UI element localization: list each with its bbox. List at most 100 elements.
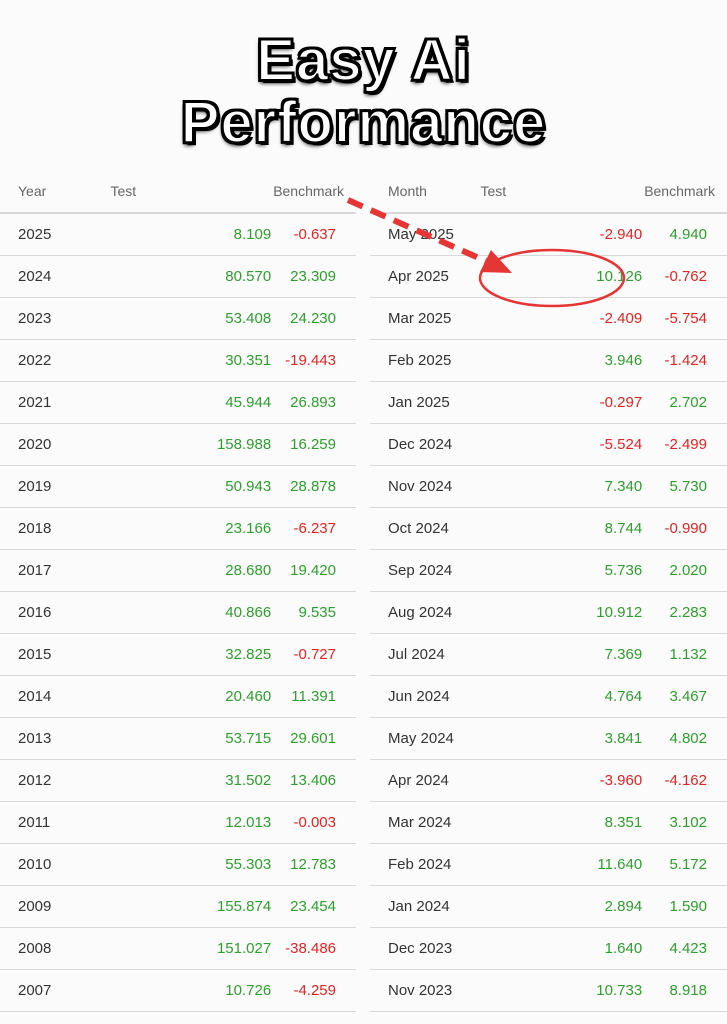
benchmark-value-cell: 1.590 <box>644 885 727 928</box>
benchmark-value-cell: -0.727 <box>273 633 356 676</box>
column-header-month[interactable]: Month <box>370 170 481 214</box>
column-header-test[interactable]: Test <box>74 170 274 214</box>
period-cell: 2020 <box>0 423 75 466</box>
test-value-cell: -3.960 <box>480 759 645 802</box>
benchmark-value-cell: 3.467 <box>644 675 727 718</box>
column-header-benchmark[interactable]: Benchmark <box>644 170 727 214</box>
period-cell: 2025 <box>0 213 75 256</box>
benchmark-value-cell: 5.172 <box>644 843 727 886</box>
period-cell: Jan 2025 <box>370 381 481 424</box>
benchmark-value-cell: 29.601 <box>273 717 356 760</box>
benchmark-value-cell: 2.702 <box>644 381 727 424</box>
monthly-row: Mar 2025 -2.409 -5.754 <box>370 297 727 340</box>
monthly-row: Feb 2024 11.640 5.172 <box>370 843 727 886</box>
yearly-row: 2016 40.866 9.535 <box>0 591 356 634</box>
benchmark-value-cell: -6.237 <box>273 507 356 550</box>
benchmark-value-cell: -19.443 <box>273 339 356 382</box>
monthly-row: Nov 2023 10.733 8.918 <box>370 969 727 1012</box>
period-cell: Dec 2024 <box>370 423 481 466</box>
test-value-cell: 8.109 <box>74 213 274 256</box>
yearly-row: 2022 30.351 -19.443 <box>0 339 356 382</box>
benchmark-value-cell: 2.020 <box>644 549 727 592</box>
yearly-row: 2011 12.013 -0.003 <box>0 801 356 844</box>
benchmark-value-cell: -5.754 <box>644 297 727 340</box>
monthly-row: Apr 2024 -3.960 -4.162 <box>370 759 727 802</box>
monthly-row: Dec 2023 1.640 4.423 <box>370 927 727 970</box>
period-cell: Oct 2024 <box>370 507 481 550</box>
period-cell: Apr 2025 <box>370 255 481 298</box>
yearly-row: 2012 31.502 13.406 <box>0 759 356 802</box>
test-value-cell: 2.894 <box>480 885 645 928</box>
period-cell: May 2025 <box>370 213 481 256</box>
benchmark-value-cell: -4.162 <box>644 759 727 802</box>
column-header-test[interactable]: Test <box>480 170 645 214</box>
benchmark-value-cell: 23.309 <box>273 255 356 298</box>
benchmark-value-cell: 1.132 <box>644 633 727 676</box>
benchmark-value-cell: 16.259 <box>273 423 356 466</box>
period-cell: Sep 2024 <box>370 549 481 592</box>
title-line-2: Performance <box>180 90 547 155</box>
monthly-row: Dec 2024 -5.524 -2.499 <box>370 423 727 466</box>
period-cell: Mar 2025 <box>370 297 481 340</box>
column-header-benchmark[interactable]: Benchmark <box>273 170 356 214</box>
benchmark-value-cell: -4.259 <box>273 969 356 1012</box>
period-cell: Jan 2024 <box>370 885 481 928</box>
period-cell: Mar 2024 <box>370 801 481 844</box>
monthly-row: Sep 2024 5.736 2.020 <box>370 549 727 592</box>
benchmark-value-cell: -38.486 <box>273 927 356 970</box>
test-value-cell: 155.874 <box>74 885 274 928</box>
period-cell: 2023 <box>0 297 75 340</box>
test-value-cell: 4.764 <box>480 675 645 718</box>
test-value-cell: -2.409 <box>480 297 645 340</box>
test-value-cell: 20.460 <box>74 675 274 718</box>
test-value-cell: 32.825 <box>74 633 274 676</box>
test-value-cell: 40.866 <box>74 591 274 634</box>
column-header-year[interactable]: Year <box>0 170 75 214</box>
yearly-row: 2018 23.166 -6.237 <box>0 507 356 550</box>
period-cell: 2019 <box>0 465 75 508</box>
period-cell: 2008 <box>0 927 75 970</box>
yearly-row: 2009 155.874 23.454 <box>0 885 356 928</box>
test-value-cell: 50.943 <box>74 465 274 508</box>
test-value-cell: -5.524 <box>480 423 645 466</box>
monthly-row: Mar 2024 8.351 3.102 <box>370 801 727 844</box>
yearly-row: 2008 151.027 -38.486 <box>0 927 356 970</box>
monthly-header-row: Month Test Benchmark <box>370 170 727 214</box>
test-value-cell: 10.126 <box>480 255 645 298</box>
yearly-row: 2010 55.303 12.783 <box>0 843 356 886</box>
period-cell: 2024 <box>0 255 75 298</box>
test-value-cell: 12.013 <box>74 801 274 844</box>
benchmark-value-cell: -0.637 <box>273 213 356 256</box>
test-value-cell: -2.940 <box>480 213 645 256</box>
benchmark-value-cell: 28.878 <box>273 465 356 508</box>
yearly-row: 2019 50.943 28.878 <box>0 465 356 508</box>
test-value-cell: 10.912 <box>480 591 645 634</box>
period-cell: Apr 2024 <box>370 759 481 802</box>
benchmark-value-cell: 13.406 <box>273 759 356 802</box>
period-cell: 2009 <box>0 885 75 928</box>
yearly-row: 2014 20.460 11.391 <box>0 675 356 718</box>
yearly-row: 2013 53.715 29.601 <box>0 717 356 760</box>
benchmark-value-cell: 4.940 <box>644 213 727 256</box>
test-value-cell: 55.303 <box>74 843 274 886</box>
benchmark-value-cell: -1.424 <box>644 339 727 382</box>
period-cell: 2017 <box>0 549 75 592</box>
monthly-row: Jan 2025 -0.297 2.702 <box>370 381 727 424</box>
test-value-cell: 10.726 <box>74 969 274 1012</box>
period-cell: Nov 2024 <box>370 465 481 508</box>
period-cell: Nov 2023 <box>370 969 481 1012</box>
monthly-performance-table: Month Test Benchmark May 2025 -2.940 4.940… <box>370 170 727 1012</box>
yearly-row: 2017 28.680 19.420 <box>0 549 356 592</box>
test-value-cell: 8.351 <box>480 801 645 844</box>
yearly-row: 2020 158.988 16.259 <box>0 423 356 466</box>
test-value-cell: 151.027 <box>74 927 274 970</box>
yearly-row: 2007 10.726 -4.259 <box>0 969 356 1012</box>
test-value-cell: 53.408 <box>74 297 274 340</box>
benchmark-value-cell: 8.918 <box>644 969 727 1012</box>
benchmark-value-cell: 2.283 <box>644 591 727 634</box>
test-value-cell: 23.166 <box>74 507 274 550</box>
period-cell: 2011 <box>0 801 75 844</box>
monthly-row: Jul 2024 7.369 1.132 <box>370 633 727 676</box>
test-value-cell: 10.733 <box>480 969 645 1012</box>
monthly-row: Feb 2025 3.946 -1.424 <box>370 339 727 382</box>
